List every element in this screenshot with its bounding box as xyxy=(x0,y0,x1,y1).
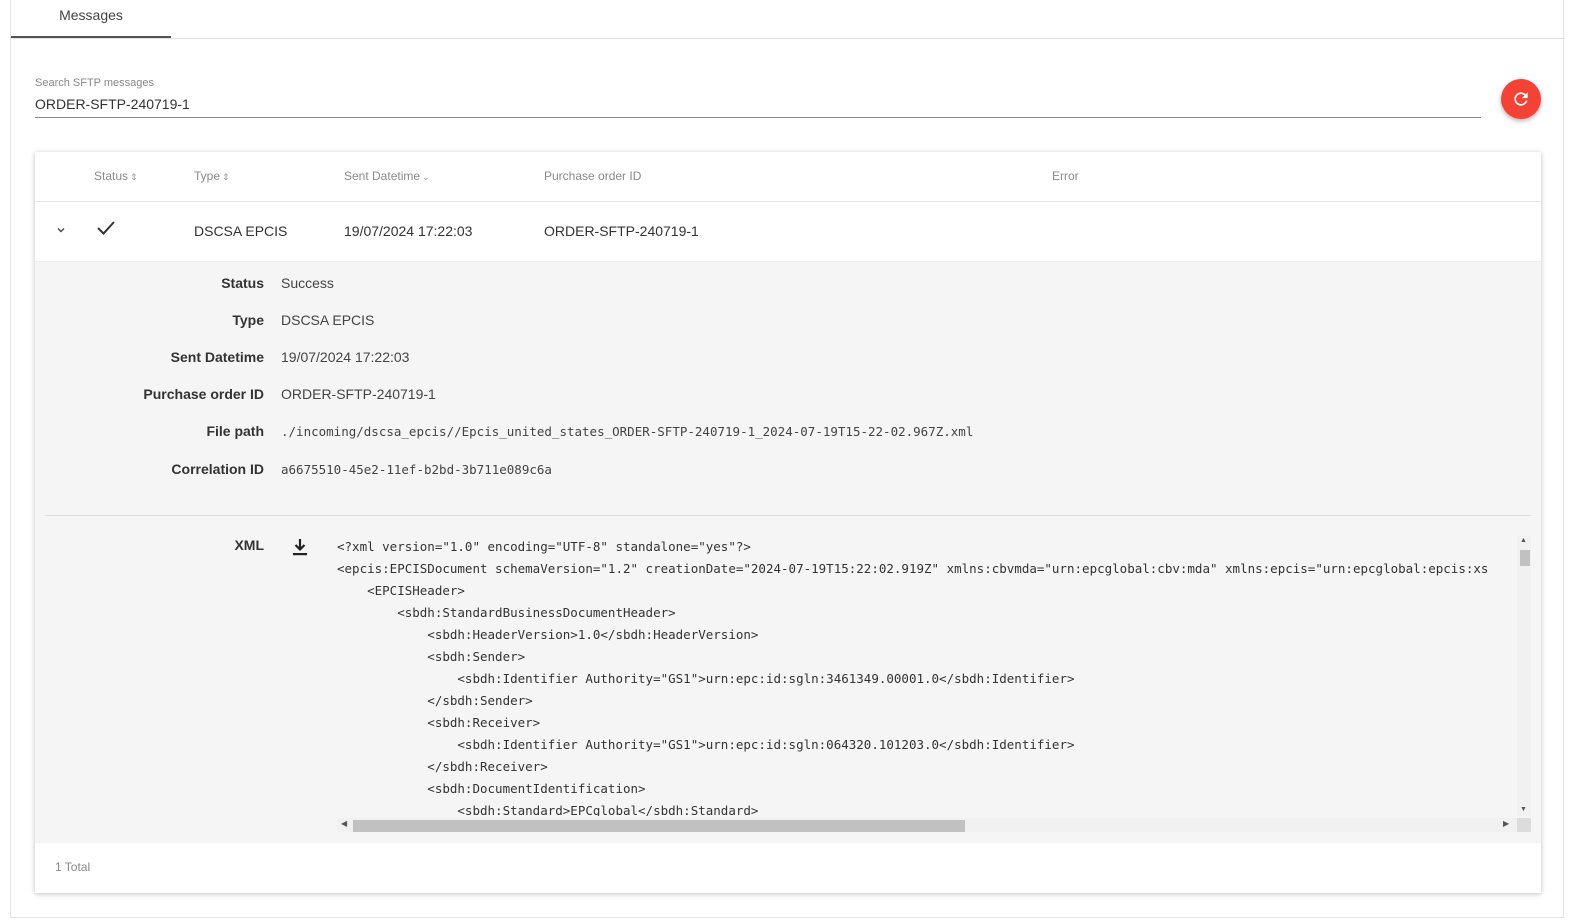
chevron-down-icon[interactable] xyxy=(56,225,66,235)
sort-icon: ⇕ xyxy=(222,172,230,182)
xml-line: <sbdh:Identifier Authority="GS1">urn:epc… xyxy=(337,671,1075,686)
scrollbar-corner xyxy=(1517,818,1531,832)
xml-line: </sbdh:Sender> xyxy=(337,693,533,708)
table-header: Status ⇕ Type ⇕ Sent Datetime ⌄ Purchase or… xyxy=(35,152,1541,202)
column-sent-datetime[interactable]: Sent Datetime ⌄ xyxy=(344,169,430,183)
xml-line: <sbdh:Sender> xyxy=(337,649,526,664)
divider xyxy=(45,515,1531,516)
detail-label-file-path: File path xyxy=(206,423,264,439)
column-type[interactable]: Type ⇕ xyxy=(194,169,230,183)
xml-line: <sbdh:Standard>EPCglobal</sbdh:Standard> xyxy=(337,803,759,816)
xml-line: <epcis:EPCISDocument schemaVersion="1.2"… xyxy=(337,561,1489,576)
detail-label-sent-datetime: Sent Datetime xyxy=(170,349,264,365)
total-count: 1 Total xyxy=(55,860,91,874)
detail-value-sent-datetime: 19/07/2024 17:22:03 xyxy=(281,349,410,365)
xml-line: <?xml version="1.0" encoding="UTF-8" sta… xyxy=(337,539,751,554)
search-field: Search SFTP messages xyxy=(35,76,1481,118)
xml-line: <sbdh:Receiver> xyxy=(337,715,541,730)
tab-bar: Messages xyxy=(11,0,1565,39)
detail-label-correlation-id: Correlation ID xyxy=(171,461,264,477)
xml-content: <?xml version="1.0" encoding="UTF-8" sta… xyxy=(337,536,1517,816)
scroll-up-icon[interactable]: ▲ xyxy=(1520,537,1527,544)
scroll-right-icon[interactable]: ▶ xyxy=(1503,819,1509,828)
detail-label-purchase-order-id: Purchase order ID xyxy=(143,386,264,402)
scroll-down-icon[interactable]: ▼ xyxy=(1520,806,1527,813)
column-status[interactable]: Status ⇕ xyxy=(94,169,138,183)
xml-viewer[interactable]: <?xml version="1.0" encoding="UTF-8" sta… xyxy=(337,536,1531,834)
sort-icon: ⇕ xyxy=(130,172,138,182)
detail-label-type: Type xyxy=(232,312,264,328)
detail-value-correlation-id: a6675510-45e2-11ef-b2bd-3b711e089c6a xyxy=(281,462,552,477)
refresh-button[interactable] xyxy=(1501,79,1541,119)
row-detail: Status Success Type DSCSA EPCIS Sent Dat… xyxy=(35,262,1541,843)
cell-type: DSCSA EPCIS xyxy=(194,223,288,239)
check-icon xyxy=(97,221,115,235)
xml-line: <sbdh:Identifier Authority="GS1">urn:epc… xyxy=(337,737,1075,752)
detail-label-status: Status xyxy=(221,275,264,291)
scroll-left-icon[interactable]: ◀ xyxy=(341,819,347,828)
table-row[interactable]: DSCSA EPCIS 19/07/2024 17:22:03 ORDER-SF… xyxy=(35,202,1541,262)
detail-value-status: Success xyxy=(281,275,334,291)
vertical-scroll-thumb[interactable] xyxy=(1520,550,1530,566)
tab-messages[interactable]: Messages xyxy=(11,0,171,38)
xml-line: <sbdh:StandardBusinessDocumentHeader> xyxy=(337,605,676,620)
vertical-scrollbar[interactable]: ▲ ▼ xyxy=(1517,536,1531,816)
sort-desc-icon: ⌄ xyxy=(422,172,430,182)
refresh-icon xyxy=(1514,92,1528,106)
column-purchase-order-id: Purchase order ID xyxy=(544,169,642,183)
horizontal-scrollbar[interactable]: ◀ ▶ xyxy=(337,818,1517,832)
detail-value-file-path: ./incoming/dscsa_epcis//Epcis_united_sta… xyxy=(281,424,974,439)
cell-purchase-order-id: ORDER-SFTP-240719-1 xyxy=(544,223,699,239)
xml-line: <sbdh:HeaderVersion>1.0</sbdh:HeaderVers… xyxy=(337,627,759,642)
cell-sent-datetime: 19/07/2024 17:22:03 xyxy=(344,223,473,239)
search-label: Search SFTP messages xyxy=(35,77,155,89)
detail-value-purchase-order-id: ORDER-SFTP-240719-1 xyxy=(281,386,436,402)
detail-label-xml: XML xyxy=(234,537,264,553)
search-input[interactable] xyxy=(35,94,1481,114)
messages-panel: Messages Search SFTP messages Status⇕ Ty… xyxy=(10,0,1565,918)
xml-line: <sbdh:DocumentIdentification> xyxy=(337,781,646,796)
detail-value-type: DSCSA EPCIS xyxy=(281,312,375,328)
download-icon[interactable] xyxy=(291,537,309,557)
xml-line: <EPCISHeader> xyxy=(337,583,465,598)
xml-line: </sbdh:Receiver> xyxy=(337,759,548,774)
messages-table: Status ⇕ Type ⇕ Sent Datetime ⌄ Purchase or… xyxy=(35,152,1541,893)
horizontal-scroll-thumb[interactable] xyxy=(353,820,965,832)
column-error: Error xyxy=(1052,169,1079,183)
